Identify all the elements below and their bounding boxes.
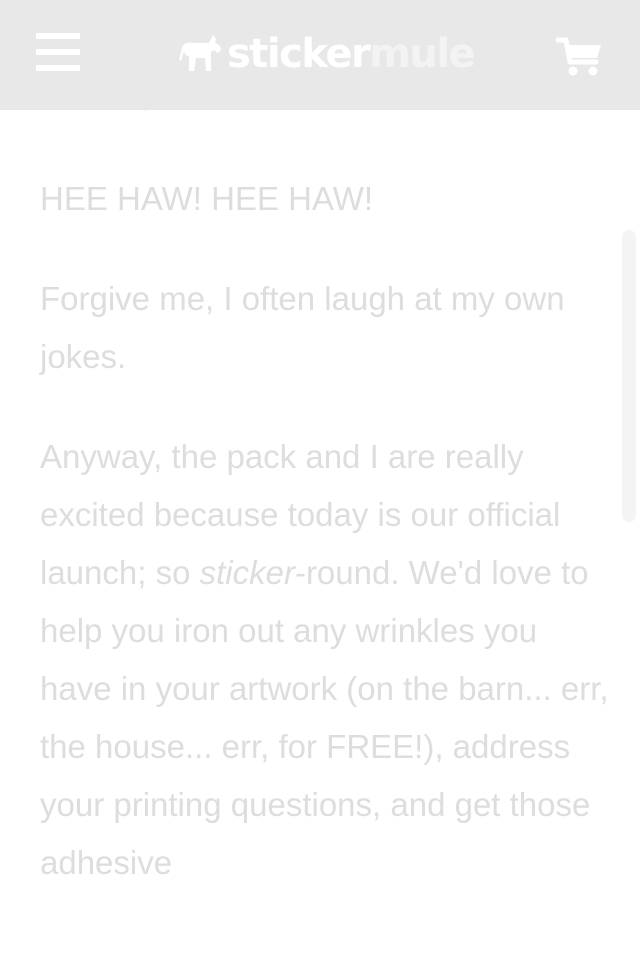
scrollbar-thumb[interactable] [622, 230, 636, 522]
article-body: ARRRGH! HEE HAW! HEE HAW! Forgive me, I … [40, 70, 610, 934]
launch-text-emphasis: sticker [199, 554, 295, 591]
menu-button[interactable] [36, 33, 82, 73]
launch-text-end: -round. We'd love to help you iron out a… [40, 554, 609, 881]
logo-wordmark: stickermule [227, 28, 476, 80]
logo-word-mule: mule [369, 31, 476, 77]
article-paragraph-jokes: Forgive me, I often laugh at my own joke… [40, 280, 565, 375]
top-navigation-bar: stickermule [0, 0, 640, 110]
cart-button[interactable] [555, 36, 604, 78]
logo-word-sticker: sticker [227, 31, 371, 77]
article-paragraph-launch: Anyway, the pack and I are really excite… [40, 428, 610, 892]
hamburger-menu-icon-line [36, 49, 80, 55]
article-paragraph-hee-haw: HEE HAW! HEE HAW! [40, 180, 374, 217]
hamburger-menu-icon-line [36, 65, 80, 71]
hamburger-menu-icon [36, 33, 80, 39]
mule-logo-icon [179, 35, 221, 71]
shopping-cart-icon [555, 37, 601, 76]
sticker-mule-logo[interactable]: stickermule [178, 28, 476, 80]
